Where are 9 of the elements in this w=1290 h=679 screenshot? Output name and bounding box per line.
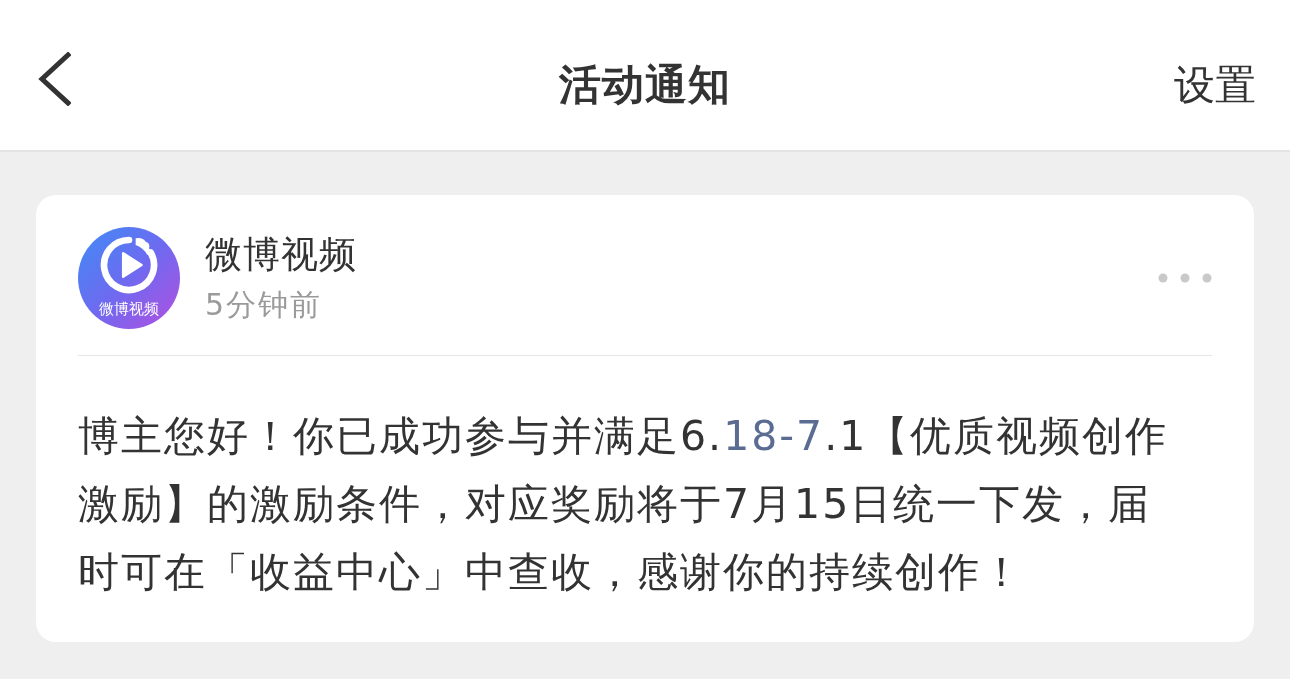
page-title: 活动通知: [559, 59, 731, 111]
play-ring-icon: [99, 235, 159, 295]
sender-name: 微博视频: [205, 232, 358, 278]
settings-button[interactable]: 设置: [1174, 61, 1256, 111]
date-link[interactable]: 18-7: [723, 412, 825, 460]
notification-message: 博主您好！你已成功参与并满足6.18-7.1【优质视频创作激励】的激励条件，对应奖励将于7月15日统一下发，届时可在「收益中心」中查收，感谢你的持续创作！: [78, 411, 1170, 598]
back-icon[interactable]: [37, 52, 71, 106]
timestamp: 5分钟前: [205, 287, 324, 324]
avatar-label: 微博视频: [99, 302, 159, 317]
